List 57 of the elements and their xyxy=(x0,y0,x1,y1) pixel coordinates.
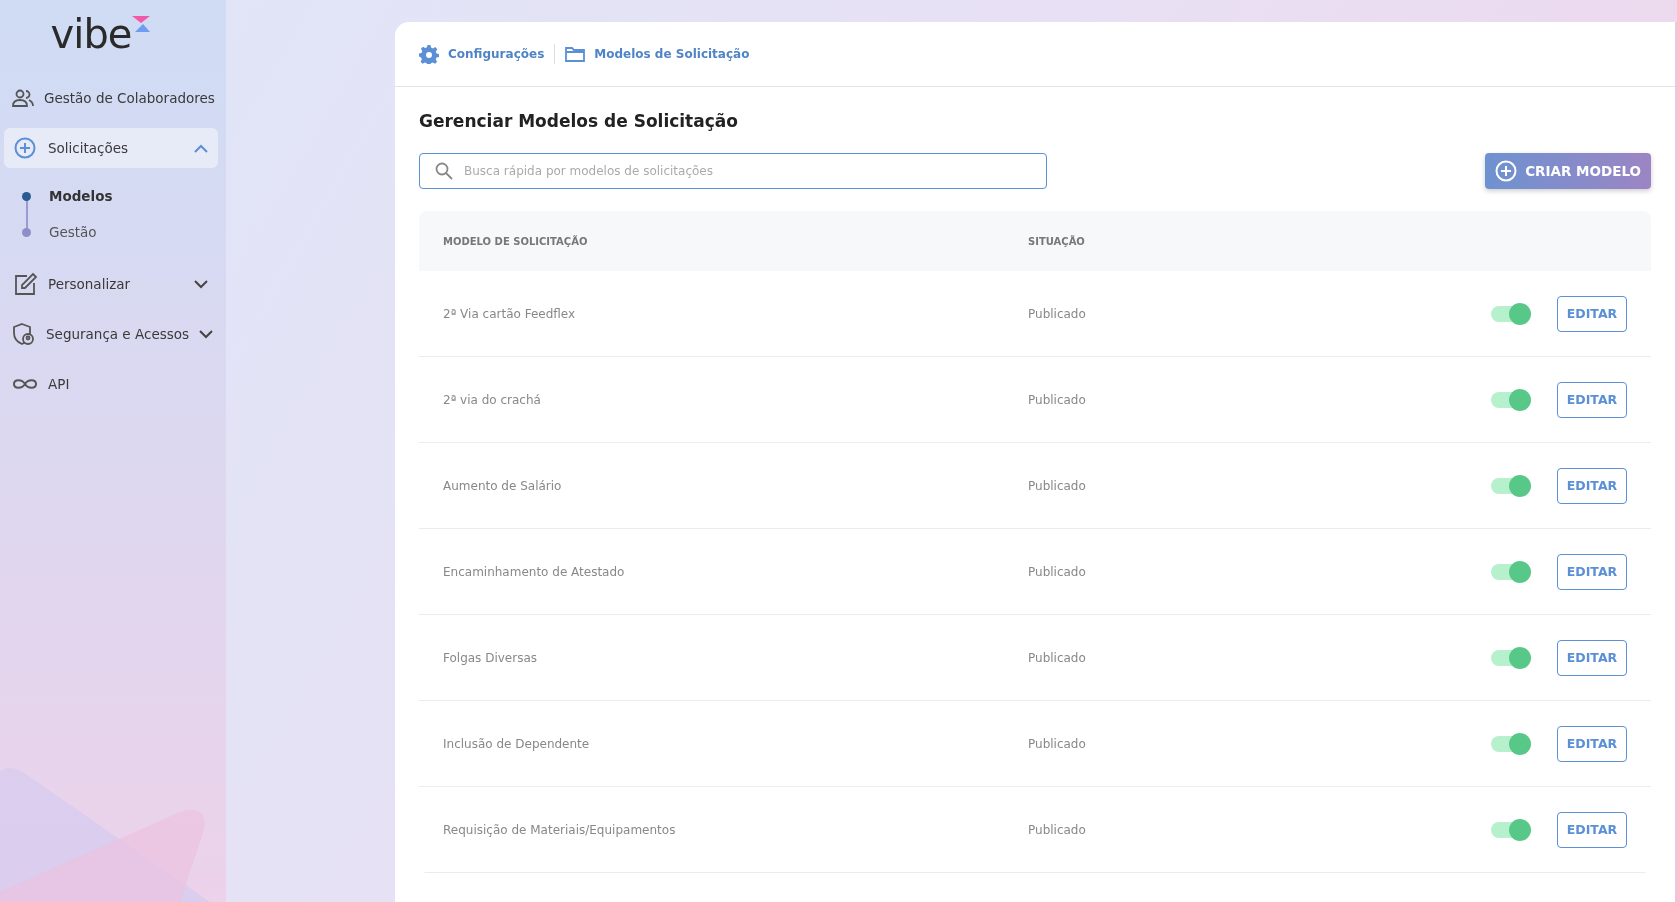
step-dot xyxy=(22,228,31,237)
create-button[interactable]: CRIAR MODELO xyxy=(1485,153,1651,189)
table-cell-text: Publicado xyxy=(1028,650,1087,665)
shield-icon xyxy=(12,322,36,346)
table-cell-text: Folgas Diversas xyxy=(443,650,539,665)
toggle-switch[interactable] xyxy=(1491,821,1529,838)
edit-button[interactable]: EDITAR xyxy=(1557,467,1627,504)
chevron-icon xyxy=(194,279,208,289)
page-title: Gerenciar Modelos de Solicitação xyxy=(419,111,739,131)
search-field[interactable]: Busca rápida por modelos de solicitações xyxy=(419,153,1047,189)
edit-button[interactable]: EDITAR xyxy=(1557,725,1627,762)
edit-button[interactable]: EDITAR xyxy=(1557,639,1627,676)
breadcrumb-link[interactable]: Configurações xyxy=(419,44,545,64)
toggle-switch[interactable] xyxy=(1491,649,1529,666)
sidebar-item[interactable]: Segurança e Acessos xyxy=(4,314,218,354)
table-cell-text: 2ª Via cartão Feedflex xyxy=(443,306,577,321)
table-cell-text: Publicado xyxy=(1028,392,1087,407)
chevron-icon xyxy=(194,143,208,153)
table-cell-text: 2ª via do crachá xyxy=(443,392,542,407)
table-cell-text: Publicado xyxy=(1028,564,1087,579)
column-header: SITUAÇÃO xyxy=(1028,235,1086,247)
table-cell-text: Publicado xyxy=(1028,822,1087,837)
table-cell-text: Requisição de Materiais/Equipamentos xyxy=(443,822,677,837)
table-cell-text: Publicado xyxy=(1028,306,1087,321)
table-cell-text: Aumento de Salário xyxy=(443,478,563,493)
edit-button[interactable]: EDITAR xyxy=(1557,381,1627,418)
table-cell-text: Encaminhamento de Atestado xyxy=(443,564,626,579)
toggle-switch[interactable] xyxy=(1491,305,1529,322)
edit-button[interactable]: EDITAR xyxy=(1557,553,1627,590)
sidebar-item[interactable]: Solicitações xyxy=(4,128,218,168)
plus-circle-icon xyxy=(14,137,36,159)
sidebar-subitem[interactable]: Gestão xyxy=(49,224,97,240)
breadcrumb-link[interactable]: Modelos de Solicitação xyxy=(565,46,750,62)
plus-circle-icon xyxy=(1495,160,1518,182)
toggle-switch[interactable] xyxy=(1491,563,1529,580)
sidebar-item[interactable]: API xyxy=(4,364,218,404)
toggle-switch[interactable] xyxy=(1491,477,1529,494)
toggle-switch[interactable] xyxy=(1491,735,1529,752)
sidebar-item[interactable]: Gestão de Colaboradores xyxy=(4,78,218,118)
settings-icon xyxy=(419,44,439,64)
edit-button[interactable]: EDITAR xyxy=(1557,811,1627,848)
edit-button[interactable]: EDITAR xyxy=(1557,295,1627,332)
folder-icon xyxy=(565,46,586,62)
sidebar-subitem[interactable]: Modelos xyxy=(49,188,113,204)
table-cell-text: Publicado xyxy=(1028,478,1087,493)
chevron-icon xyxy=(199,329,214,339)
table-cell-text: Publicado xyxy=(1028,736,1087,751)
sidebar-item[interactable]: Personalizar xyxy=(4,264,218,304)
step-dot xyxy=(22,192,31,201)
infinity-icon xyxy=(12,377,38,391)
toggle-switch[interactable] xyxy=(1491,391,1529,408)
logo-icon xyxy=(131,14,152,34)
logo-text: vibe xyxy=(50,14,132,54)
column-header: MODELO DE SOLICITAÇÃO xyxy=(443,235,589,247)
people-icon xyxy=(12,89,34,107)
edit-icon xyxy=(13,272,37,296)
table-cell-text: Inclusão de Dependente xyxy=(443,736,591,751)
